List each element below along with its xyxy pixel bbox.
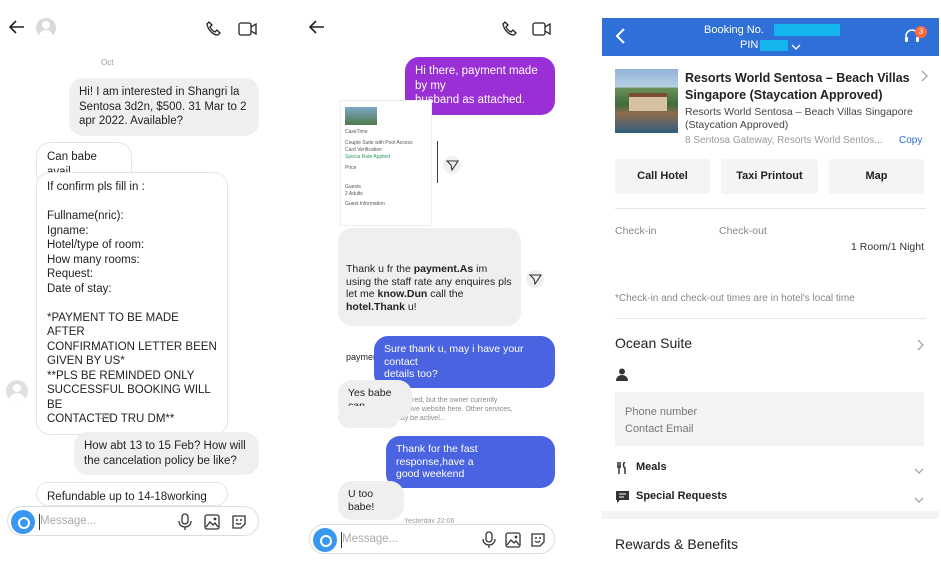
chevron-down-icon[interactable]	[914, 462, 924, 474]
divider	[615, 208, 926, 209]
special-requests-label[interactable]: Special Requests	[636, 490, 727, 502]
video-call-icon[interactable]	[238, 20, 258, 38]
message-outgoing: If confirm pls fill in : Fullname(nric):…	[36, 172, 228, 435]
contact-info-box[interactable]: Phone number Contact Email	[615, 392, 924, 446]
contact-email-field[interactable]: Contact Email	[625, 423, 693, 435]
meals-icon	[616, 461, 628, 474]
microphone-icon[interactable]	[480, 531, 498, 549]
copy-address-link[interactable]: Copy	[899, 135, 922, 146]
message-incoming: U too babe!	[338, 481, 404, 520]
receipt-image[interactable]: CaseTime Couple Suite with Pool Access C…	[340, 100, 432, 226]
message-text: Thank u fr the payment.As im using the s…	[346, 263, 515, 313]
chevron-down-icon[interactable]	[791, 39, 801, 50]
sender-avatar	[6, 380, 28, 402]
gallery-icon[interactable]	[504, 531, 522, 549]
checkin-label: Check-in	[615, 225, 657, 237]
message-input[interactable]: Message...	[40, 515, 96, 527]
special-requests-icon	[616, 490, 629, 503]
date-separator: Oct	[101, 58, 114, 67]
chevron-right-icon[interactable]	[920, 69, 928, 82]
back-arrow-icon[interactable]	[308, 18, 330, 40]
message-incoming: Hi! I am interested in Shangri la Sentos…	[69, 78, 259, 136]
video-call-icon[interactable]	[532, 20, 552, 38]
person-icon	[616, 368, 628, 381]
camera-icon[interactable]	[11, 510, 35, 534]
local-time-note: *Check-in and check-out times are in hot…	[615, 293, 855, 304]
share-icon[interactable]	[443, 156, 461, 174]
hotel-name: Resorts World Sentosa – Beach Villas Sin…	[685, 71, 910, 102]
rooms-nights: 1 Room/1 Night	[851, 241, 924, 253]
booking-panel: Booking No. PIN 3 Resorts World Sentosa …	[602, 0, 939, 570]
section-divider	[602, 511, 939, 519]
date-separator: Yesterday 22:06	[404, 518, 455, 523]
notification-badge: 3	[915, 26, 927, 38]
sticker-icon[interactable]	[529, 531, 547, 549]
share-icon[interactable]	[526, 270, 544, 288]
chat-panel-1: Oct Hi! I am interested in Shangri la Se…	[0, 0, 275, 570]
map-button[interactable]: Map	[829, 159, 924, 194]
room-type-title: Ocean Suite	[615, 335, 693, 351]
meals-label[interactable]: Meals	[636, 461, 667, 473]
date-separator: Oct	[98, 412, 111, 421]
booking-header: Booking No. PIN 3	[602, 18, 939, 56]
message-incoming: How abt 13 to 15 Feb? How will the cance…	[74, 432, 259, 475]
receipt-divider	[437, 141, 438, 183]
message-composer[interactable]: Message...	[7, 506, 259, 536]
checkout-label: Check-out	[719, 225, 767, 237]
message-composer[interactable]: Message...	[309, 524, 555, 554]
message-outgoing: Thank for the fast response,have a good …	[386, 436, 555, 488]
contact-avatar[interactable]	[36, 18, 56, 38]
message-outgoing: Refundable up to 14-18working	[36, 482, 228, 506]
receipt-thumbnail	[345, 107, 377, 125]
chat-header	[0, 14, 275, 46]
taxi-printout-button[interactable]: Taxi Printout	[721, 159, 818, 194]
pin-label: PIN	[740, 39, 759, 51]
chat-header	[300, 14, 575, 46]
booking-number-label: Booking No.	[704, 24, 764, 36]
rewards-title: Rewards & Benefits	[615, 536, 738, 552]
redacted-pin	[760, 40, 788, 51]
hotel-address: 8 Sentosa Gateway, Resorts World Sentos.…	[685, 135, 883, 146]
message-with-link: Thank u fr the payment.As im using the s…	[338, 228, 521, 422]
call-hotel-button[interactable]: Call Hotel	[615, 159, 710, 194]
phone-call-icon[interactable]	[205, 20, 223, 38]
hotel-photo[interactable]	[615, 69, 678, 133]
chat-panel-2: Hi there, payment made by my husband as …	[300, 0, 575, 570]
hotel-subtitle: Resorts World Sentosa – Beach Villas Sin…	[685, 106, 913, 131]
phone-call-icon[interactable]	[501, 20, 519, 38]
gallery-icon[interactable]	[203, 513, 221, 531]
receipt-text: CaseTime Couple Suite with Pool Access C…	[345, 129, 413, 207]
back-chevron-icon[interactable]	[614, 26, 628, 51]
message-input[interactable]: Message...	[342, 533, 398, 545]
chevron-down-icon[interactable]	[914, 491, 924, 503]
camera-icon[interactable]	[313, 528, 337, 552]
message-incoming-media	[338, 406, 399, 428]
sticker-icon[interactable]	[230, 513, 248, 531]
redacted-booking-number	[774, 24, 840, 36]
back-arrow-icon[interactable]	[8, 18, 30, 40]
chevron-right-icon[interactable]	[916, 338, 924, 351]
microphone-icon[interactable]	[176, 513, 194, 531]
phone-number-field[interactable]: Phone number	[625, 406, 697, 418]
divider	[615, 318, 926, 319]
